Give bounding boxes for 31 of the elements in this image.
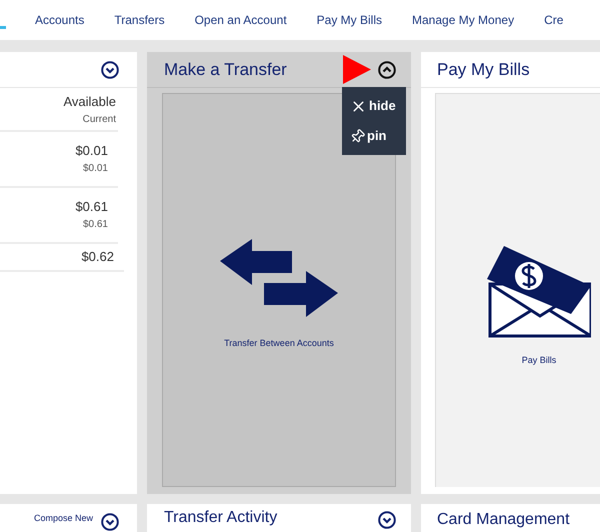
nav-link[interactable]: Pay My Bills <box>316 11 382 29</box>
menu-item-label: hide <box>369 97 396 116</box>
compose-new-link[interactable]: Compose New <box>34 512 93 526</box>
bills-tile[interactable]: Pay Bills <box>435 93 600 487</box>
total-balance: $0.62 <box>81 248 114 266</box>
nav-link[interactable]: Open an Account <box>194 11 287 29</box>
nav-link[interactable]: Accounts <box>35 11 84 29</box>
pointer-arrow <box>343 55 371 84</box>
current-balance: $0.01 <box>82 162 108 176</box>
chevron-down-icon[interactable] <box>101 513 119 531</box>
nav-link[interactable]: Transfers <box>114 11 165 29</box>
chevron-down-icon[interactable] <box>378 511 396 529</box>
bill-envelope-icon <box>487 244 591 338</box>
transfer-arrows-icon <box>220 239 338 320</box>
active-tab-indicator <box>0 26 6 29</box>
tile-label: Pay Bills <box>522 354 556 367</box>
panel-title: Card Management <box>437 511 570 528</box>
panel-title: Pay My Bills <box>437 58 530 81</box>
column-header: Available <box>63 93 116 111</box>
chevron-up-icon[interactable] <box>378 60 396 78</box>
nav-link[interactable]: Manage My Money <box>412 11 514 29</box>
nav-link[interactable]: Cre <box>544 11 564 29</box>
tile-label: Transfer Between Accounts <box>224 337 334 350</box>
available-balance: $0.01 <box>75 142 108 160</box>
available-balance: $0.61 <box>75 198 108 216</box>
chevron-down-icon[interactable] <box>101 60 119 78</box>
current-balance: $0.61 <box>82 218 108 232</box>
menu-item-label: pin <box>367 127 386 146</box>
panel-title: Transfer Activity <box>164 508 278 528</box>
panel-title: Make a Transfer <box>164 58 287 81</box>
column-subheader: Current <box>82 112 116 126</box>
